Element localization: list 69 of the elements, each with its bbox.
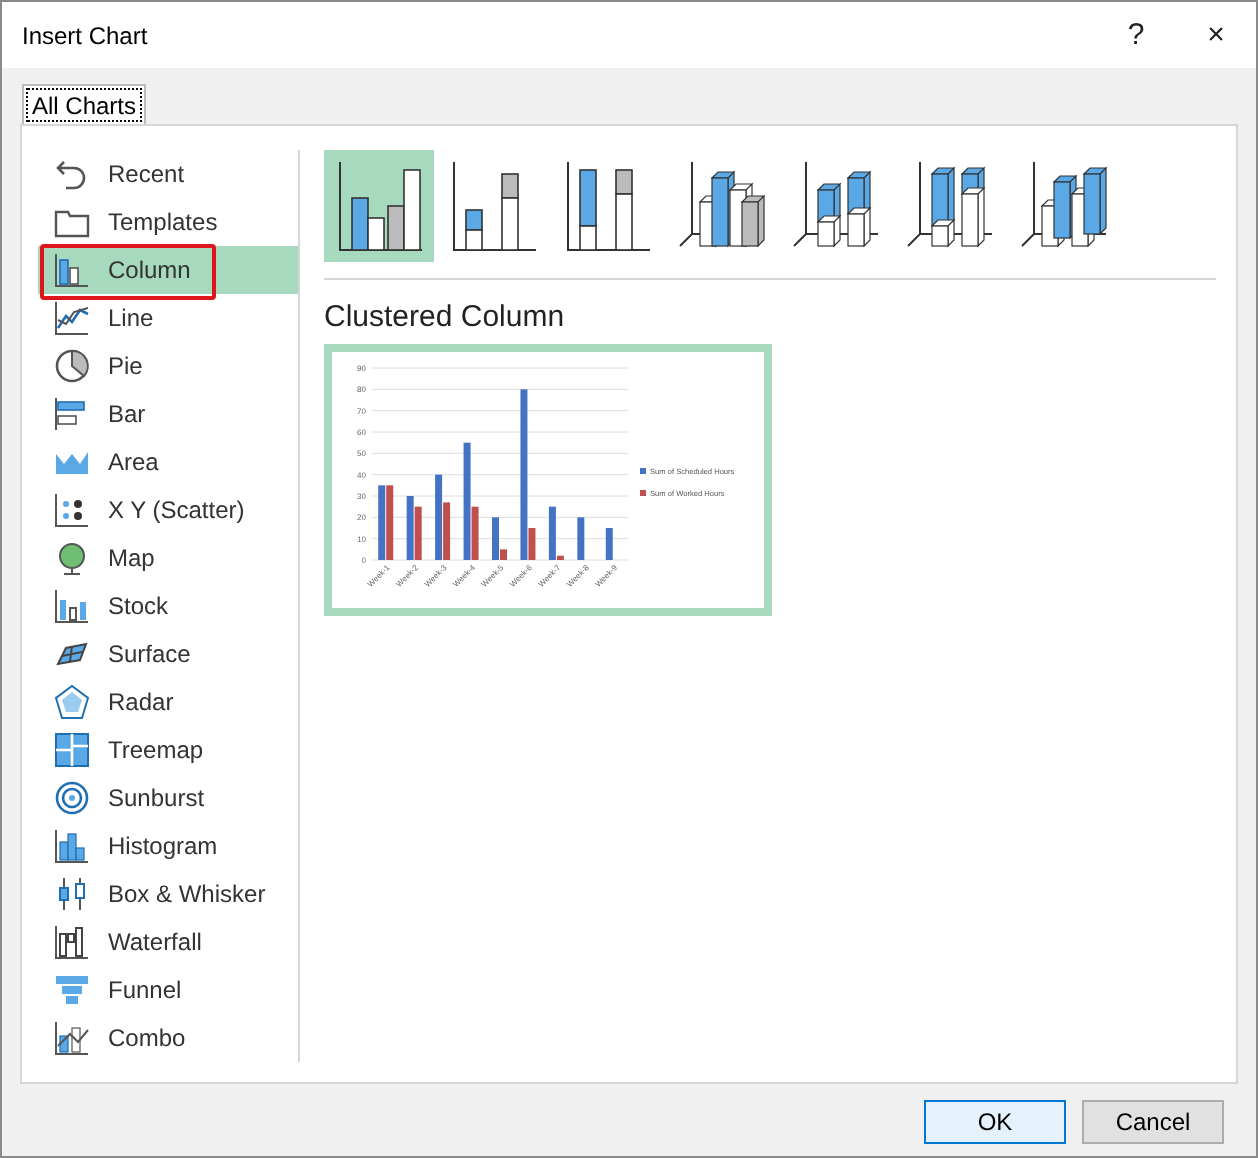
chart-category-label: X Y (Scatter) [108, 496, 245, 524]
chart-category-item[interactable]: Templates [38, 198, 298, 246]
chart-category-label: Recent [108, 160, 185, 188]
chart-category-label: Sunburst [108, 784, 205, 812]
clustered-column-icon [333, 158, 425, 254]
chart-type-button[interactable] [324, 150, 434, 262]
help-button[interactable]: ? [1096, 5, 1176, 65]
legend-swatch [640, 490, 646, 496]
funnel-chart-icon [54, 972, 90, 1008]
chart-category-item[interactable]: Sunburst [38, 774, 298, 822]
chart-category-label: Stock [108, 592, 169, 620]
treemap-icon [54, 732, 90, 768]
chart-category-item[interactable]: X Y (Scatter) [38, 486, 298, 534]
undo-icon [54, 156, 90, 192]
cancel-button[interactable]: Cancel [1082, 1100, 1224, 1144]
tab[interactable]: All Charts [22, 84, 147, 126]
sunburst-icon [54, 780, 90, 816]
chart-category-item[interactable]: Bar [38, 390, 298, 438]
chart-category-item[interactable]: Map [38, 534, 298, 582]
chart-category-item[interactable]: Pie [38, 342, 298, 390]
legend-swatch [640, 468, 646, 474]
chart-category-label: Combo [108, 1024, 186, 1052]
histogram-icon [54, 828, 90, 864]
chart-category-item[interactable]: Recent [38, 150, 298, 198]
pie-chart-icon [54, 348, 90, 384]
chart-category-label: Funnel [108, 976, 182, 1004]
ok-button[interactable]: OK [924, 1100, 1066, 1144]
stacked-column-icon [447, 158, 539, 254]
chart-category-label: Column [108, 256, 191, 284]
chart-category-item[interactable]: Stock [38, 582, 298, 630]
chart-category-label: Pie [108, 352, 143, 380]
close-button[interactable]: × [1176, 5, 1256, 65]
chart-category-label: Line [108, 304, 154, 332]
chart-category-item[interactable]: Funnel [38, 966, 298, 1014]
line-chart-icon [54, 300, 90, 336]
waterfall-chart-icon [54, 924, 90, 960]
chart-category-item[interactable]: Radar [38, 678, 298, 726]
stock-chart-icon [54, 588, 90, 624]
chart-category-item[interactable]: Treemap [38, 726, 298, 774]
bar-chart-icon [54, 396, 90, 432]
chart-category-label: Treemap [108, 736, 204, 764]
chart-category-label: Waterfall [108, 928, 202, 956]
scatter-chart-icon [54, 492, 90, 528]
chart-category-item[interactable]: Area [38, 438, 298, 486]
box-plot-icon [54, 876, 90, 912]
chart-category-label: Bar [108, 400, 146, 428]
chart-category-item[interactable]: Box & Whisker [38, 870, 298, 918]
radar-chart-icon [54, 684, 90, 720]
column-chart-icon [54, 252, 90, 288]
percent-stacked-column-icon [561, 158, 653, 254]
chart-category-item[interactable]: Column [38, 246, 298, 294]
chart-category-label: Surface [108, 640, 191, 668]
chart-category-item[interactable]: Line [38, 294, 298, 342]
chart-category-item[interactable]: Histogram [38, 822, 298, 870]
chart-category-item[interactable]: Surface [38, 630, 298, 678]
chart-bar [605, 528, 613, 560]
chart-category-label: Area [108, 448, 159, 476]
chart-category-label: Radar [108, 688, 174, 716]
globe-icon [54, 540, 90, 576]
chart-bar [577, 517, 585, 560]
chart-category-label: Templates [108, 208, 218, 236]
chart-category-item[interactable]: Combo [38, 1014, 298, 1062]
combo-chart-icon [54, 1020, 90, 1056]
chart-category-label: Histogram [108, 832, 218, 860]
window-title: Insert Chart [22, 21, 150, 49]
chart-category-item[interactable]: Waterfall [38, 918, 298, 966]
chart-category-label: Box & Whisker [108, 880, 266, 908]
chart-category-label: Map [108, 544, 155, 572]
preview-title: Clustered Column [324, 300, 567, 334]
